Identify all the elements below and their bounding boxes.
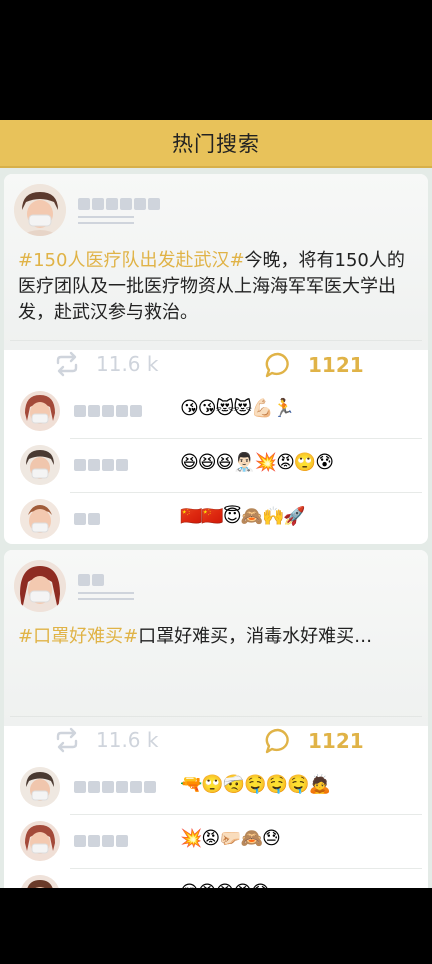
- repost-icon: [56, 727, 78, 753]
- post-card[interactable]: #口罩好难买#口罩好难买，消毒水好难买… 11.6 k 1121 🔫🙄🤕🤤🤤🤤🙇…: [4, 550, 428, 888]
- comment-emojis: 🇨🇳🇨🇳😇🙈🙌🚀: [180, 506, 306, 527]
- comment-row[interactable]: 🇨🇳🇨🇳😇🙈🙌🚀: [4, 492, 428, 544]
- page-title: 热门搜索: [172, 132, 260, 156]
- header-bar: 热门搜索: [0, 120, 432, 168]
- avatar[interactable]: [14, 560, 66, 612]
- comment-button[interactable]: 1121: [264, 351, 364, 379]
- feed[interactable]: #150人医疗队出发赴武汉#今晚，将有150人的医疗团队及一批医疗物资从上海海军…: [0, 168, 432, 888]
- username-placeholder: [74, 459, 128, 471]
- bottom-bar: [0, 888, 432, 964]
- comment-row[interactable]: 💥😡🤛🏻🙈😓: [4, 814, 428, 868]
- avatar[interactable]: [20, 875, 60, 888]
- divider: [10, 716, 422, 717]
- repost-button[interactable]: 11.6 k: [54, 727, 158, 753]
- comment-row[interactable]: 😵😡😡😡😰: [4, 868, 428, 888]
- comment-button[interactable]: 1121: [264, 727, 364, 755]
- comment-emojis: 😘😘😻😻💪🏻🏃: [180, 398, 295, 419]
- username-placeholder: [74, 405, 142, 417]
- post-content: 口罩好难买，消毒水好难买…: [138, 626, 373, 647]
- comment-row[interactable]: 😆😆😆👨🏻‍⚕️💥😡🙄😰: [4, 438, 428, 492]
- repost-count: 11.6 k: [96, 352, 159, 376]
- username-placeholder: [74, 781, 156, 793]
- avatar[interactable]: [20, 391, 60, 431]
- username-placeholder: [74, 835, 128, 847]
- username-placeholder: [78, 574, 104, 586]
- comment-emojis: 💥😡🤛🏻🙈😓: [180, 828, 281, 849]
- avatar[interactable]: [14, 184, 66, 236]
- comment-count: 1121: [308, 353, 364, 377]
- repost-icon: [56, 351, 78, 377]
- avatar[interactable]: [20, 767, 60, 807]
- divider: [10, 340, 422, 341]
- comment-bubble-icon: [265, 352, 289, 378]
- meta-placeholder: [78, 216, 134, 228]
- repost-button[interactable]: 11.6 k: [54, 351, 158, 377]
- meta-placeholder: [78, 592, 134, 604]
- avatar[interactable]: [20, 499, 60, 539]
- username-placeholder: [78, 198, 160, 210]
- post-card[interactable]: #150人医疗队出发赴武汉#今晚，将有150人的医疗团队及一批医疗物资从上海海军…: [4, 174, 428, 544]
- avatar[interactable]: [20, 445, 60, 485]
- comment-row[interactable]: 😘😘😻😻💪🏻🏃: [4, 384, 428, 438]
- comment-row[interactable]: 🔫🙄🤕🤤🤤🤤🙇: [4, 760, 428, 814]
- repost-count: 11.6 k: [96, 728, 159, 752]
- comment-count: 1121: [308, 729, 364, 753]
- post-body: #口罩好难买#口罩好难买，消毒水好难买…: [4, 550, 428, 726]
- username-placeholder: [74, 513, 100, 525]
- post-text: #口罩好难买#口罩好难买，消毒水好难买…: [18, 624, 418, 650]
- hashtag-link[interactable]: #口罩好难买#: [18, 626, 138, 647]
- hashtag-link[interactable]: #150人医疗队出发赴武汉#: [18, 250, 245, 271]
- avatar[interactable]: [20, 821, 60, 861]
- app-root: 热门搜索 #150人医疗队出发赴武汉#今晚，将有150人的医疗团队及一批医疗物资…: [0, 0, 432, 964]
- comment-emojis: 🔫🙄🤕🤤🤤🤤🙇: [180, 774, 331, 795]
- post-body: #150人医疗队出发赴武汉#今晚，将有150人的医疗团队及一批医疗物资从上海海军…: [4, 174, 428, 350]
- post-text: #150人医疗队出发赴武汉#今晚，将有150人的医疗团队及一批医疗物资从上海海军…: [18, 248, 418, 326]
- comment-bubble-icon: [265, 728, 289, 754]
- comment-emojis: 😆😆😆👨🏻‍⚕️💥😡🙄😰: [180, 452, 334, 473]
